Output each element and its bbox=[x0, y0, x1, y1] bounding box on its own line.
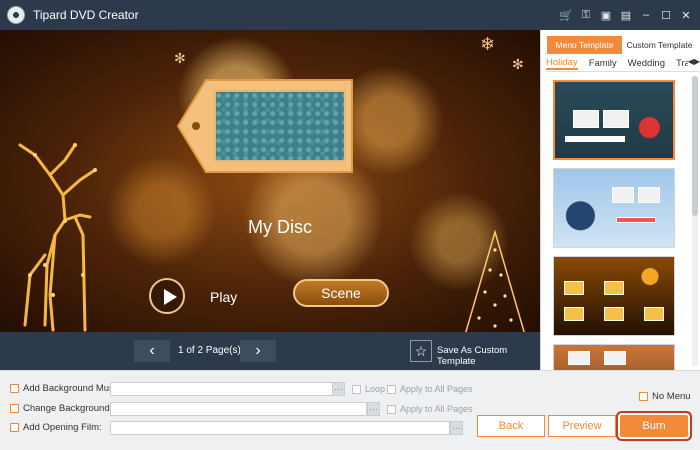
app-title: Tipard DVD Creator bbox=[33, 8, 139, 22]
category-scroll-arrows-icon[interactable]: ◀▶ bbox=[687, 57, 700, 66]
page-count: 1 of 2 Page(s) bbox=[178, 345, 241, 356]
change-background-row: Change Background: bbox=[10, 403, 112, 414]
snowflake-icon: ❄ bbox=[480, 34, 496, 54]
options-area: Add Background Music: ··· Loop Apply to … bbox=[0, 370, 700, 450]
category-holiday[interactable]: Holiday bbox=[546, 57, 578, 70]
minimize-icon[interactable]: – bbox=[638, 7, 654, 23]
app-window: Tipard DVD Creator 🛒 ⚿ ▣ ▤ – ☐ ✕ ✻ ❄ ✻ M… bbox=[0, 0, 700, 450]
page-navigation-bar: ‹ 1 of 2 Page(s) › ☆ Save As Custom Temp… bbox=[0, 332, 540, 370]
opening-film-label: Add Opening Film: bbox=[23, 422, 102, 433]
reindeer-decoration bbox=[18, 143, 97, 332]
loop-option: Loop bbox=[352, 384, 385, 394]
template-scrollbar[interactable] bbox=[692, 76, 698, 366]
category-tabs: Holiday Family Wedding Tra ◀▶ bbox=[546, 56, 700, 72]
cart-icon[interactable]: 🛒 bbox=[558, 7, 574, 23]
template-panel: Menu Template Custom Template Holiday Fa… bbox=[540, 30, 700, 370]
category-family[interactable]: Family bbox=[589, 58, 617, 69]
loop-checkbox[interactable] bbox=[352, 384, 361, 394]
change-bg-label: Change Background: bbox=[23, 403, 113, 414]
play-label[interactable]: Play bbox=[210, 289, 237, 305]
star-icon[interactable]: ☆ bbox=[410, 340, 432, 362]
apply-all-music-label: Apply to All Pages bbox=[400, 384, 473, 394]
template-thumbnail[interactable] bbox=[553, 80, 675, 160]
apply-all-bg-label: Apply to All Pages bbox=[400, 404, 473, 414]
opening-film-browse-button[interactable]: ··· bbox=[450, 421, 463, 435]
prev-page-button[interactable]: ‹ bbox=[134, 340, 170, 362]
title-bar: Tipard DVD Creator 🛒 ⚿ ▣ ▤ – ☐ ✕ bbox=[0, 0, 700, 30]
save-as-custom-template[interactable]: Save As Custom Template bbox=[437, 345, 540, 367]
change-bg-checkbox[interactable] bbox=[10, 404, 19, 413]
category-wedding[interactable]: Wedding bbox=[628, 58, 665, 69]
no-menu-checkbox[interactable] bbox=[639, 392, 648, 401]
apply-all-music-checkbox[interactable] bbox=[387, 384, 396, 394]
play-button[interactable] bbox=[149, 278, 185, 314]
maximize-icon[interactable]: ☐ bbox=[658, 7, 674, 23]
opening-film-field[interactable] bbox=[110, 421, 450, 435]
tab-custom-template[interactable]: Custom Template bbox=[622, 36, 697, 54]
template-tabs: Menu Template Custom Template bbox=[547, 36, 697, 54]
preview-button[interactable]: Preview bbox=[548, 415, 616, 437]
disc-title[interactable]: My Disc bbox=[220, 217, 340, 238]
template-list bbox=[541, 75, 691, 370]
bg-music-field[interactable] bbox=[110, 382, 333, 396]
tab-menu-template[interactable]: Menu Template bbox=[547, 36, 622, 54]
template-thumbnail[interactable] bbox=[553, 344, 675, 370]
opening-film-checkbox[interactable] bbox=[10, 423, 19, 432]
apply-all-bg-checkbox[interactable] bbox=[387, 404, 396, 414]
snowflake-icon: ✻ bbox=[174, 50, 186, 66]
apply-all-music-option: Apply to All Pages bbox=[387, 384, 473, 394]
no-menu-label: No Menu bbox=[652, 391, 691, 402]
background-music-row: Add Background Music: bbox=[10, 383, 123, 394]
close-icon[interactable]: ✕ bbox=[678, 7, 694, 23]
scene-button[interactable]: Scene bbox=[293, 279, 389, 307]
save-icon[interactable]: ▣ bbox=[598, 7, 614, 23]
template-thumbnail[interactable] bbox=[553, 168, 675, 248]
apply-all-bg-option: Apply to All Pages bbox=[387, 404, 473, 414]
scrollbar-thumb[interactable] bbox=[692, 76, 698, 216]
menu-preview: ✻ ❄ ✻ My Disc Play Scene bbox=[0, 30, 540, 332]
back-button[interactable]: Back bbox=[477, 415, 545, 437]
bg-music-browse-button[interactable]: ··· bbox=[332, 382, 345, 396]
next-page-button[interactable]: › bbox=[240, 340, 276, 362]
change-bg-browse-button[interactable]: ··· bbox=[367, 402, 380, 416]
titlebar-controls: 🛒 ⚿ ▣ ▤ – ☐ ✕ bbox=[558, 0, 694, 30]
key-icon[interactable]: ⚿ bbox=[578, 7, 594, 23]
no-menu-option: No Menu bbox=[639, 391, 691, 402]
bg-music-checkbox[interactable] bbox=[10, 384, 19, 393]
change-bg-field[interactable] bbox=[110, 402, 367, 416]
feedback-icon[interactable]: ▤ bbox=[618, 7, 634, 23]
opening-film-row: Add Opening Film: bbox=[10, 422, 102, 433]
app-logo-icon bbox=[7, 6, 25, 24]
burn-button[interactable]: Burn bbox=[620, 415, 688, 437]
bg-music-label: Add Background Music: bbox=[23, 383, 124, 394]
christmas-tree-decoration bbox=[465, 230, 525, 332]
title-thumbnail[interactable] bbox=[214, 90, 346, 162]
loop-label: Loop bbox=[365, 384, 386, 394]
snowflake-icon: ✻ bbox=[512, 56, 524, 72]
template-thumbnail[interactable] bbox=[553, 256, 675, 336]
